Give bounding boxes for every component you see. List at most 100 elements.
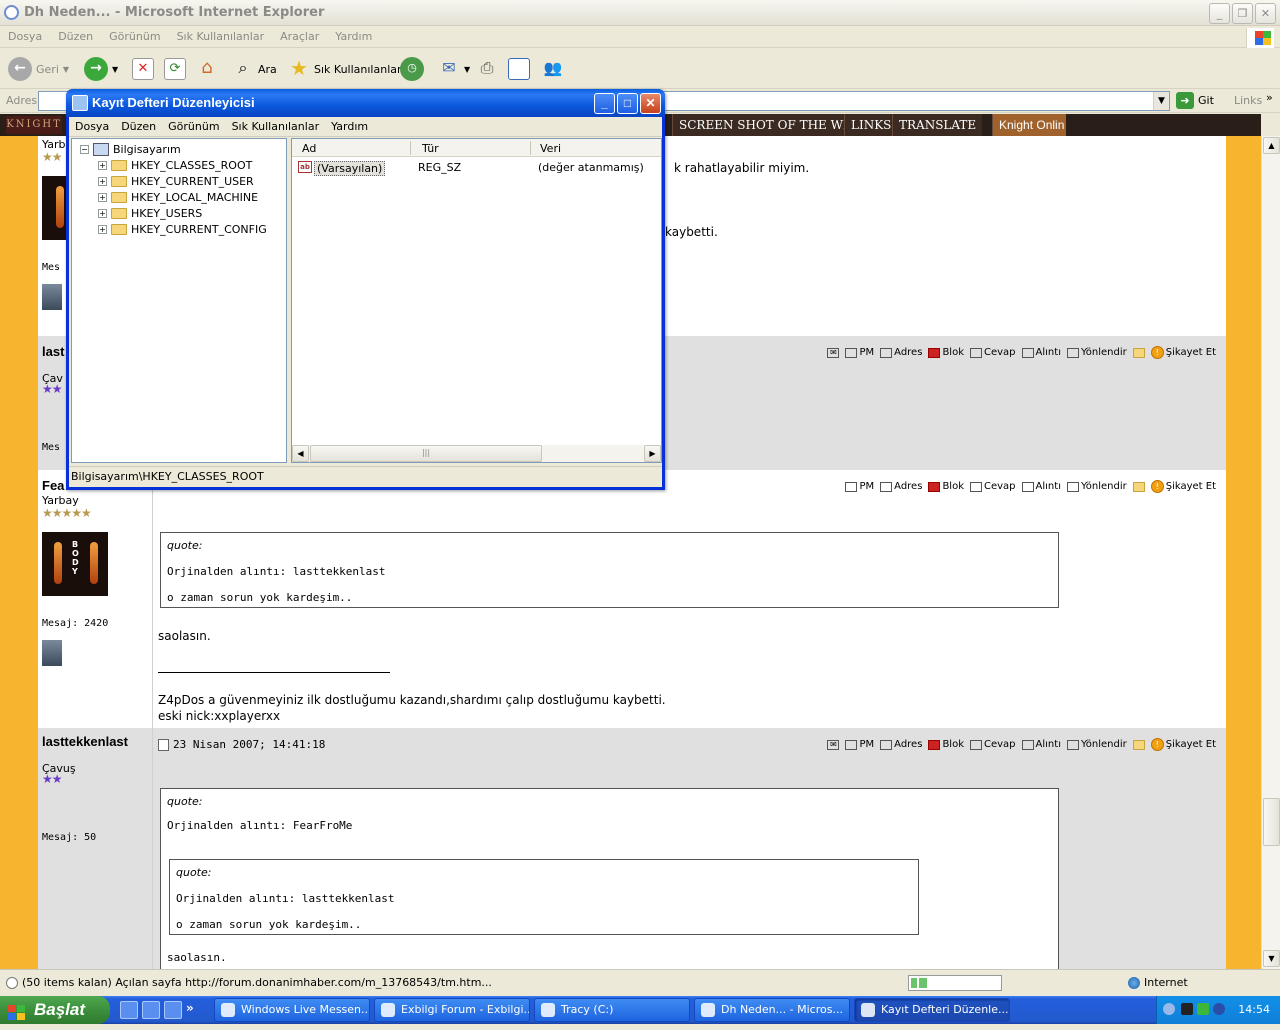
column-name[interactable]: Ad (302, 142, 316, 155)
tree-node-hku[interactable]: + HKEY_USERS (98, 207, 202, 220)
scroll-left-icon[interactable]: ◀ (292, 445, 309, 462)
scroll-up-icon[interactable]: ▲ (1263, 137, 1280, 154)
collapse-icon[interactable]: − (80, 145, 89, 154)
chevron-right-icon[interactable]: » (1266, 91, 1273, 104)
report-button[interactable]: ! Şikayet Et (1150, 346, 1216, 359)
quote-button[interactable]: Alıntı (1021, 739, 1061, 750)
menu-sik-kullanilanlar[interactable]: Sık Kullanılanlar (169, 26, 273, 47)
scroll-thumb[interactable] (1263, 798, 1280, 846)
scroll-right-icon[interactable]: ▶ (644, 445, 661, 462)
report-button[interactable]: ! Şikayet Et (1150, 738, 1216, 751)
address-button[interactable]: Adres (880, 347, 922, 358)
close-button[interactable]: ✕ (1255, 3, 1276, 24)
scroll-thumb[interactable]: ||| (310, 445, 542, 462)
history-button[interactable]: ◷ (400, 56, 424, 82)
expand-icon[interactable]: + (98, 161, 107, 170)
go-button[interactable]: ➜ Git (1176, 92, 1214, 109)
column-type[interactable]: Tür (422, 142, 439, 155)
tray-messenger-icon[interactable] (1197, 1003, 1209, 1015)
links-button[interactable]: Links (1234, 94, 1262, 107)
expand-icon[interactable]: + (98, 193, 107, 202)
regedit-minimize-button[interactable]: _ (594, 93, 615, 114)
block-button[interactable]: Blok (928, 739, 964, 750)
post-author[interactable]: lasttekkenlast (42, 734, 128, 749)
reply-button[interactable]: Cevap (970, 739, 1016, 750)
reply-button[interactable]: Cevap (970, 481, 1016, 492)
minimize-button[interactable]: _ (1209, 3, 1230, 24)
mail-button[interactable]: ✉ ▼ (438, 56, 470, 82)
back-button[interactable]: ← Geri ▼ (8, 56, 69, 82)
quote-button[interactable]: Alıntı (1021, 347, 1061, 358)
tree-node-hkcu[interactable]: + HKEY_CURRENT_USER (98, 175, 254, 188)
favorites-button[interactable]: ★ Sık Kullanılanlar (288, 56, 401, 82)
expand-icon[interactable]: + (98, 177, 107, 186)
expand-icon[interactable]: + (98, 225, 107, 234)
clock[interactable]: 14:54 (1238, 1003, 1270, 1016)
task-messenger[interactable]: Windows Live Messen... (214, 998, 370, 1022)
menu-yardim[interactable]: Yardım (327, 26, 380, 47)
tree-node-hklm[interactable]: + HKEY_LOCAL_MACHINE (98, 191, 258, 204)
nav-knight-online[interactable]: Knight Onlin (992, 114, 1066, 136)
report-button[interactable]: ! Şikayet Et (1150, 480, 1216, 493)
folder-button[interactable] (1132, 481, 1145, 492)
column-data[interactable]: Veri (540, 142, 561, 155)
address-dropdown-icon[interactable]: ▼ (1153, 92, 1169, 110)
menu-gorunum[interactable]: Görünüm (101, 26, 168, 47)
print-button[interactable]: ⎙ (476, 56, 498, 82)
home-button[interactable]: ⌂ (196, 56, 218, 82)
regedit-menu-sik-kullanilanlar[interactable]: Sık Kullanılanlar (226, 117, 326, 136)
ie-quicklaunch-icon[interactable] (142, 1001, 160, 1019)
menu-araclar[interactable]: Araçlar (272, 26, 327, 47)
pm-button[interactable]: PM (845, 481, 874, 492)
tray-network-icon[interactable] (1213, 1003, 1225, 1015)
quote-button[interactable]: Alıntı (1021, 481, 1061, 492)
email-button[interactable]: ✉ (827, 347, 840, 358)
forward-button[interactable]: Yönlendir (1066, 739, 1127, 750)
address-button[interactable]: Adres (880, 739, 922, 750)
scroll-down-icon[interactable]: ▼ (1263, 950, 1280, 967)
menu-duzen[interactable]: Düzen (50, 26, 101, 47)
refresh-button[interactable]: ⟳ (164, 56, 186, 82)
tree-node-hkcc[interactable]: + HKEY_CURRENT_CONFIG (98, 223, 267, 236)
search-button[interactable]: ⌕ Ara (232, 56, 277, 82)
forward-button[interactable]: Yönlendir (1066, 481, 1127, 492)
nav-translate[interactable]: TRANSLATE (892, 114, 983, 136)
horizontal-scrollbar[interactable]: ◀ ||| ▶ (292, 445, 661, 462)
folder-button[interactable] (1132, 739, 1145, 750)
reply-button[interactable]: Cevap (970, 347, 1016, 358)
edit-button[interactable] (508, 56, 530, 82)
tree-node-root[interactable]: − Bilgisayarım (80, 143, 181, 156)
task-regedit[interactable]: Kayıt Defteri Düzenle... (854, 998, 1010, 1022)
regedit-menu-gorunum[interactable]: Görünüm (162, 117, 225, 136)
task-tracy[interactable]: Tracy (C:) (534, 998, 690, 1022)
email-button[interactable]: ✉ (827, 739, 840, 750)
chevron-right-icon[interactable]: » (186, 1001, 194, 1019)
regedit-maximize-button[interactable]: □ (617, 93, 638, 114)
pm-button[interactable]: PM (845, 347, 874, 358)
menu-dosya[interactable]: Dosya (0, 26, 50, 47)
expand-icon[interactable]: + (98, 209, 107, 218)
regedit-menu-yardim[interactable]: Yardım (325, 117, 374, 136)
task-exbilgi[interactable]: Exbilgi Forum - Exbilgi... (374, 998, 530, 1022)
start-button[interactable]: Başlat (0, 996, 110, 1024)
media-quicklaunch-icon[interactable] (164, 1001, 182, 1019)
tree-node-hkcr[interactable]: + HKEY_CLASSES_ROOT (98, 159, 252, 172)
nav-links[interactable]: LINKS (844, 114, 898, 136)
tray-app-icon[interactable] (1181, 1003, 1193, 1015)
folder-button[interactable] (1132, 347, 1145, 358)
messenger-button[interactable]: 👥 (542, 56, 564, 82)
regedit-menu-duzen[interactable]: Düzen (115, 117, 162, 136)
vertical-scrollbar[interactable]: ▲ ▼ (1261, 136, 1280, 969)
block-button[interactable]: Blok (928, 481, 964, 492)
stop-button[interactable]: ✕ (132, 56, 154, 82)
forward-button[interactable]: Yönlendir (1066, 347, 1127, 358)
site-logo[interactable]: KNIGHT (6, 116, 62, 134)
block-button[interactable]: Blok (928, 347, 964, 358)
maximize-button[interactable]: ❐ (1232, 3, 1253, 24)
regedit-close-button[interactable]: ✕ (640, 93, 661, 114)
address-button[interactable]: Adres (880, 481, 922, 492)
regedit-menu-dosya[interactable]: Dosya (69, 117, 115, 136)
task-dh-neden[interactable]: Dh Neden... - Micros... (694, 998, 850, 1022)
tray-expand-icon[interactable] (1163, 1003, 1175, 1015)
pm-button[interactable]: PM (845, 739, 874, 750)
